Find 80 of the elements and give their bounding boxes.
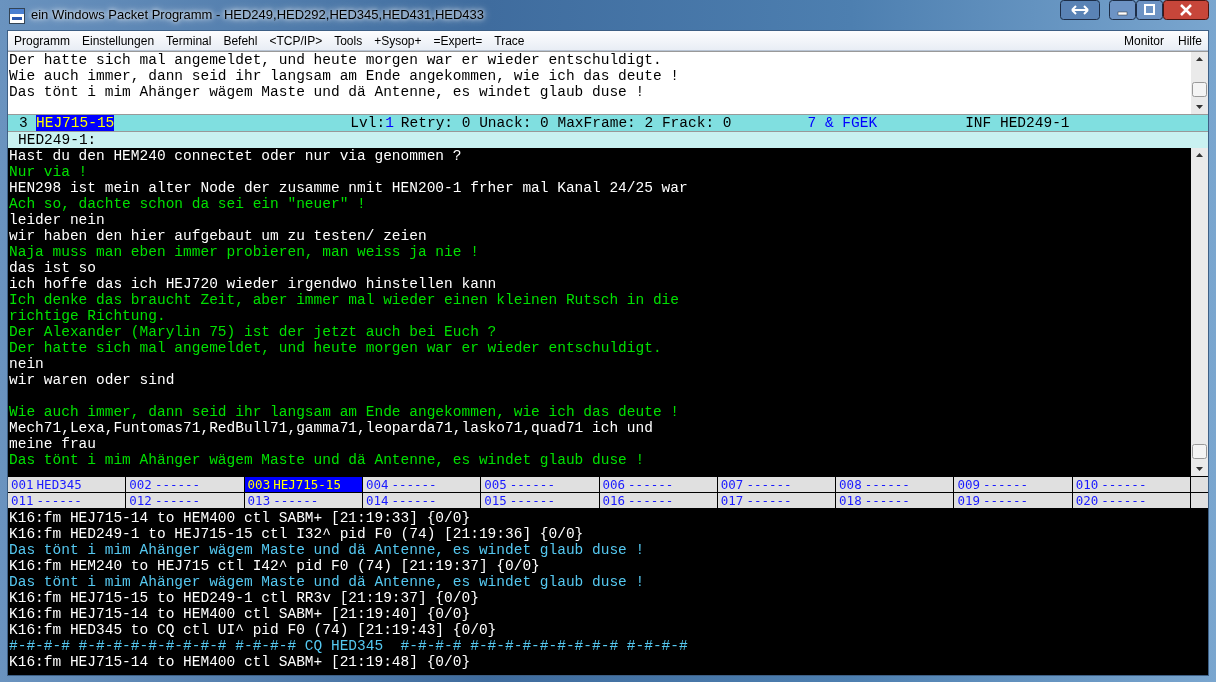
channel-tab[interactable]: 003 HEJ715-15 xyxy=(244,477,362,492)
menu-item[interactable]: =Expert= xyxy=(427,33,489,48)
menu-item[interactable]: Programm xyxy=(8,33,76,48)
monitor-line: K16:fm HED249-1 to HEJ715-15 ctl I32^ pid F0 (74) [21:19:36] {0/0} xyxy=(8,526,585,542)
app-icon xyxy=(9,8,25,24)
monitor-line: Das tönt i mim Ahänger wägem Maste und dä Antenne, es windet glaub duse ! xyxy=(8,542,646,558)
channel-number: 3 xyxy=(19,115,29,131)
connection-header: HED249-1: xyxy=(8,131,1208,148)
channel-tab[interactable]: 017 ------ xyxy=(717,493,836,508)
menu-item[interactable]: Befehl xyxy=(217,33,264,48)
monitor-line: K16:fm HEJ715-14 to HEM400 ctl SABM+ [21:19:40] {0/0} xyxy=(8,606,472,622)
channel-tab[interactable]: 015 ------ xyxy=(481,493,599,508)
input-area[interactable] xyxy=(8,51,1208,115)
channel-tab[interactable]: 006 ------ xyxy=(599,477,717,492)
monitor-line: K16:fm HEM240 to HEJ715 ctl I42^ pid F0 (74) [21:19:37] {0/0} xyxy=(8,558,541,574)
link-counters: Retry: 0 Unack: 0 MaxFrame: 2 Frack: 0 xyxy=(400,115,732,131)
monitor-line: K16:fm HEJ715-14 to HEM400 ctl SABM+ [21:19:48] {0/0} xyxy=(8,654,472,670)
terminal-line: Der hatte sich mal angemeldet, und heute morgen war er wieder entschuldigt. xyxy=(8,340,663,356)
level-value: 1 xyxy=(385,115,394,131)
minimize-button[interactable] xyxy=(1109,0,1136,20)
input-line: Das tönt i mim Ahänger wägem Maste und dä Antenne, es windet glaub duse ! xyxy=(8,84,646,100)
channel-tab[interactable]: 016 ------ xyxy=(599,493,717,508)
link-info: INF HED249-1 xyxy=(965,115,1070,131)
scrollbar[interactable] xyxy=(1191,148,1208,476)
terminal-line: Nur via ! xyxy=(8,164,89,180)
callsign: HEJ715-15 xyxy=(36,115,115,131)
channel-tab[interactable]: 020 ------ xyxy=(1072,493,1190,508)
terminal-line: wir haben den hier aufgebaut um zu testen/ zeien xyxy=(8,228,428,244)
terminal-line: Der Alexander (Marylin 75) ist der jetzt auch bei Euch ? xyxy=(8,324,498,340)
menu-item[interactable]: +Sysop+ xyxy=(368,33,428,48)
monitor-line: K16:fm HED345 to CQ ctl UI^ pid F0 (74) [21:19:43] {0/0} xyxy=(8,622,498,638)
channel-tab[interactable]: 013 ------ xyxy=(244,493,362,508)
terminal-line: wir waren oder sind xyxy=(8,372,176,388)
terminal-line: Wie auch immer, dann seid ihr langsam am Ende angekommen, wie ich das deute ! xyxy=(8,404,680,420)
channel-tab[interactable]: 007 ------ xyxy=(717,477,836,492)
terminal-line: Naja muss man eben immer probieren, man weiss ja nie ! xyxy=(8,244,480,260)
monitor-line: K16:fm HEJ715-15 to HED249-1 ctl RR3v [21:19:37] {0/0} xyxy=(8,590,480,606)
terminal-line: ich hoffe das ich HEJ720 wieder irgendwo hinstellen kann xyxy=(8,276,498,292)
terminal-line: Mech71,Lexa,Funtomas71,RedBull71,gamma71,leoparda71,lasko71,quad71 ich und xyxy=(8,420,654,436)
terminal-line: Ich denke das braucht Zeit, aber immer mal wieder einen kleinen Rutsch in die xyxy=(8,292,680,308)
input-line: Der hatte sich mal angemeldet, und heute morgen war er wieder entschuldigt. xyxy=(8,52,663,68)
channel-tab[interactable]: 014 ------ xyxy=(362,493,481,508)
channel-tab[interactable]: 018 ------ xyxy=(836,493,954,508)
terminal-line: Hast du den HEM240 connectet oder nur via genommen ? xyxy=(8,148,463,164)
menu-item[interactable]: Hilfe xyxy=(1170,33,1208,48)
channel-tab[interactable]: 010 ------ xyxy=(1072,477,1190,492)
window-title: ein Windows Packet Programm - HED249,HED292,HED345,HED431,HED433 xyxy=(31,7,485,22)
terminal-line: nein xyxy=(8,356,45,372)
channel-tab[interactable]: 012 ------ xyxy=(126,493,244,508)
monitor-line: #-#-#-# #-#-#-#-#-#-#-#-# #-#-#-# CQ HED345 #-#-#-# #-#-#-#-#-#-#-#-# #-#-#-# xyxy=(8,638,689,654)
channel-tab[interactable]: 005 ------ xyxy=(481,477,599,492)
menu-item[interactable]: Terminal xyxy=(160,33,218,48)
terminal-line: richtige Richtung. xyxy=(8,308,167,324)
terminal-line: das ist so xyxy=(8,260,97,276)
menu-item[interactable]: Trace xyxy=(488,33,531,48)
maximize-button[interactable] xyxy=(1136,0,1163,20)
close-button[interactable] xyxy=(1163,0,1209,20)
terminal-line: Ach so, dachte schon da sei ein "neuer" ! xyxy=(8,196,367,212)
channel-tab[interactable]: 009 ------ xyxy=(954,477,1072,492)
resize-button[interactable] xyxy=(1060,0,1100,20)
input-line: Wie auch immer, dann seid ihr langsam am Ende angekommen, wie ich das deute ! xyxy=(8,68,680,84)
menu-item[interactable]: Einstellungen xyxy=(76,33,161,48)
scrollbar[interactable] xyxy=(1191,52,1208,114)
terminal-line: Das tönt i mim Ahänger wägem Maste und dä Antenne, es windet glaub duse ! xyxy=(8,452,646,468)
monitor-line: Das tönt i mim Ahänger wägem Maste und dä Antenne, es windet glaub duse ! xyxy=(8,574,646,590)
channel-tab[interactable]: 004 ------ xyxy=(362,477,481,492)
terminal-line: HEN298 ist mein alter Node der zusamme nmit HEN200-1 frher mal Kanal 24/25 war xyxy=(8,180,689,196)
channel-tab[interactable]: 011 ------ xyxy=(8,493,126,508)
level-label: Lvl: xyxy=(350,115,386,131)
menu-item[interactable]: Monitor xyxy=(1115,33,1170,48)
menu-item[interactable]: Tools xyxy=(328,33,369,48)
terminal-line: leider nein xyxy=(8,212,106,228)
link-status: 7 & FGEK xyxy=(807,115,878,131)
channel-tab[interactable]: 008 ------ xyxy=(836,477,954,492)
channel-tab[interactable]: 019 ------ xyxy=(954,493,1072,508)
terminal-line: meine frau xyxy=(8,436,97,452)
channel-tab[interactable]: 002 ------ xyxy=(126,477,244,492)
monitor-line: K16:fm HEJ715-14 to HEM400 ctl SABM+ [21:19:33] {0/0} xyxy=(8,510,472,526)
channel-tab[interactable]: 001 HED345 xyxy=(8,477,126,492)
menu-item[interactable]: <TCP/IP> xyxy=(263,33,329,48)
